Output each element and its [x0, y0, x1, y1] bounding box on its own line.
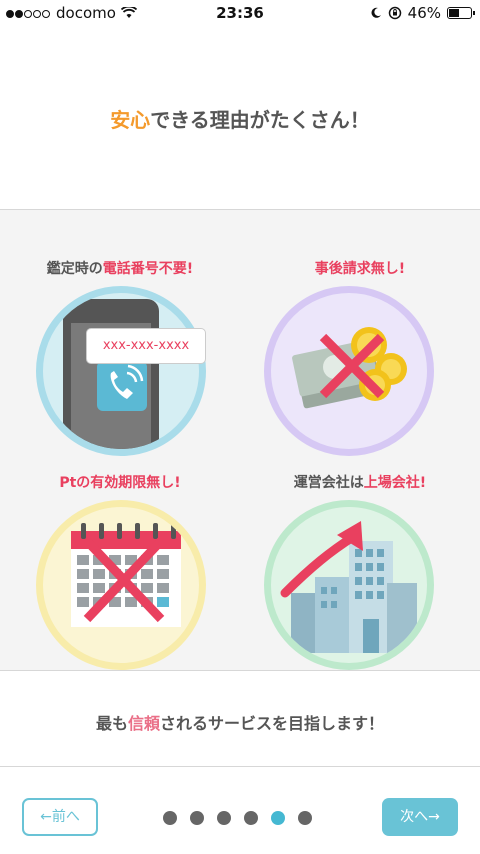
- feature-caption: Ptの有効期限無し!: [0, 472, 240, 492]
- calendar-crossed-icon: [71, 523, 181, 627]
- money-illustration: [264, 286, 434, 456]
- caption-highlight: 事後請求無し!: [314, 261, 406, 277]
- prev-button[interactable]: ←前へ: [22, 798, 98, 836]
- status-right: 46%: [370, 4, 475, 22]
- caption-highlight: 上場会社!: [363, 475, 427, 491]
- battery-icon: [447, 7, 475, 19]
- battery-percent: 46%: [407, 4, 441, 22]
- phone-icon: [63, 299, 159, 449]
- footer-post: されるサービスを目指します！: [160, 714, 385, 733]
- page-headline: 安心できる理由がたくさん！: [0, 104, 480, 133]
- headline-text: できる理由がたくさん！: [150, 108, 370, 132]
- caption-plain: 運営会社は: [293, 475, 364, 491]
- page-dot[interactable]: [217, 811, 231, 825]
- moon-icon: [371, 7, 381, 18]
- building-growth-icon: [280, 521, 417, 653]
- status-bar: docomo 23:36 46%: [0, 0, 480, 28]
- page-dot[interactable]: [298, 811, 312, 825]
- footer-divider: [0, 766, 480, 767]
- next-button[interactable]: 次へ→: [382, 798, 458, 836]
- caption-highlight: 電話番号不要!: [102, 261, 194, 277]
- page-indicator: [163, 811, 312, 825]
- phone-number-bubble: xxx-xxx-xxxx: [86, 328, 206, 364]
- caption-plain: 鑑定時の: [46, 261, 103, 277]
- features-panel: 鑑定時の電話番号不要! xxx-xxx-xxxx 事後請求無し! Ptの有効期限…: [0, 209, 480, 671]
- page-dot[interactable]: [271, 811, 285, 825]
- page-dot[interactable]: [244, 811, 258, 825]
- feature-caption: 鑑定時の電話番号不要!: [0, 258, 240, 278]
- money-crossed-icon: [292, 327, 407, 409]
- feature-caption: 事後請求無し!: [240, 258, 480, 278]
- page-dot[interactable]: [163, 811, 177, 825]
- caption-highlight: Ptの有効期限無し!: [59, 475, 181, 491]
- feature-caption: 運営会社は上場会社!: [240, 472, 480, 492]
- headline-highlight: 安心: [110, 108, 151, 132]
- feature-no-point-expiry: Ptの有効期限無し!: [0, 472, 240, 672]
- calendar-illustration: [36, 500, 206, 670]
- footer-message: 最も信頼されるサービスを目指します！: [0, 710, 480, 734]
- footer-pre: 最も: [95, 714, 128, 733]
- feature-listed-company: 運営会社は上場会社!: [240, 472, 480, 672]
- phone-illustration: [36, 286, 206, 456]
- footer-highlight: 信頼: [127, 714, 160, 733]
- page-dot[interactable]: [190, 811, 204, 825]
- feature-no-phone-number: 鑑定時の電話番号不要! xxx-xxx-xxxx: [0, 258, 240, 458]
- building-illustration: [264, 500, 434, 670]
- rotation-lock-icon: [388, 6, 401, 20]
- feature-no-post-billing: 事後請求無し!: [240, 258, 480, 458]
